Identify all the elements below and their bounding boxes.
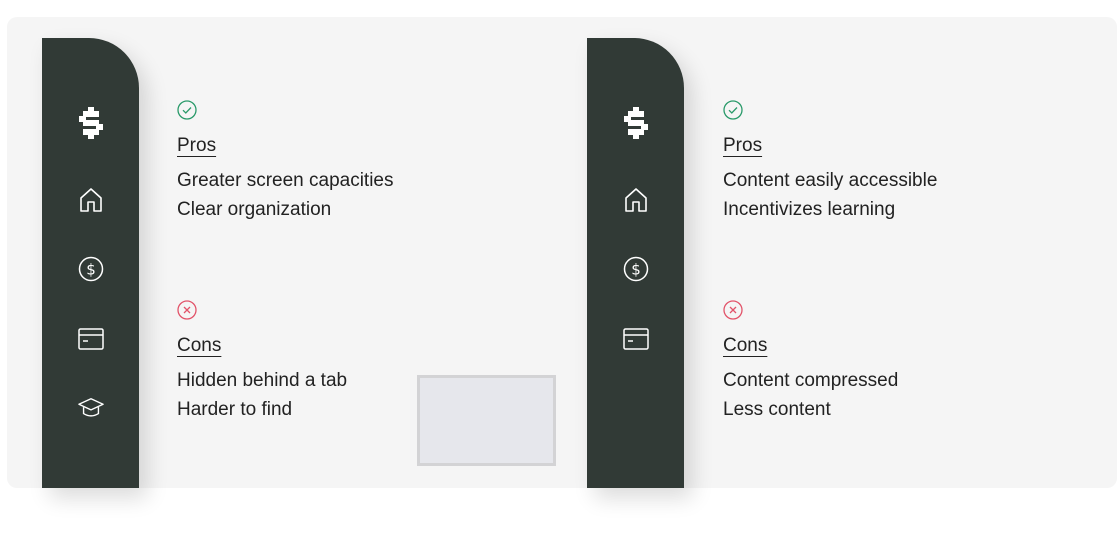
check-circle-icon	[177, 100, 197, 120]
dollar-circle-icon[interactable]: $	[78, 256, 104, 282]
pros-item: Clear organization	[177, 199, 332, 220]
brand-dollar-icon[interactable]	[623, 107, 649, 139]
cons-item: Less content	[723, 399, 831, 420]
graduation-cap-icon[interactable]	[78, 395, 104, 421]
pros-heading: Pros	[177, 135, 217, 156]
svg-text:$: $	[631, 261, 641, 279]
cons-item: Hidden behind a tab	[177, 370, 348, 391]
credit-card-icon[interactable]	[623, 326, 649, 352]
stage: $ Pros Greater screen capacities Clear o…	[0, 0, 1118, 534]
home-icon[interactable]	[623, 187, 649, 213]
pros-heading: Pros	[723, 135, 763, 156]
home-icon[interactable]	[78, 187, 104, 213]
brand-dollar-icon[interactable]	[78, 107, 104, 139]
cons-heading: Cons	[177, 335, 222, 356]
image-placeholder	[417, 375, 556, 466]
pros-list: Greater screen capacities Clear organiza…	[177, 166, 394, 224]
x-circle-icon	[723, 300, 743, 320]
cons-item: Harder to find	[177, 399, 293, 420]
pros-item: Incentivizes learning	[723, 199, 896, 220]
cons-list: Content compressed Less content	[723, 366, 898, 424]
pros-item: Greater screen capacities	[177, 170, 394, 191]
cons-list: Hidden behind a tab Harder to find	[177, 366, 347, 424]
cons-item: Content compressed	[723, 370, 899, 391]
credit-card-icon[interactable]	[78, 326, 104, 352]
pros-list: Content easily accessible Incentivizes l…	[723, 166, 937, 224]
x-circle-icon	[177, 300, 197, 320]
sidebar-right: $	[587, 38, 684, 488]
sidebar-left: $	[42, 38, 139, 488]
comparison-card	[7, 17, 1117, 488]
pros-item: Content easily accessible	[723, 170, 938, 191]
svg-text:$: $	[86, 261, 96, 279]
dollar-circle-icon[interactable]: $	[623, 256, 649, 282]
cons-heading: Cons	[723, 335, 768, 356]
check-circle-icon	[723, 100, 743, 120]
